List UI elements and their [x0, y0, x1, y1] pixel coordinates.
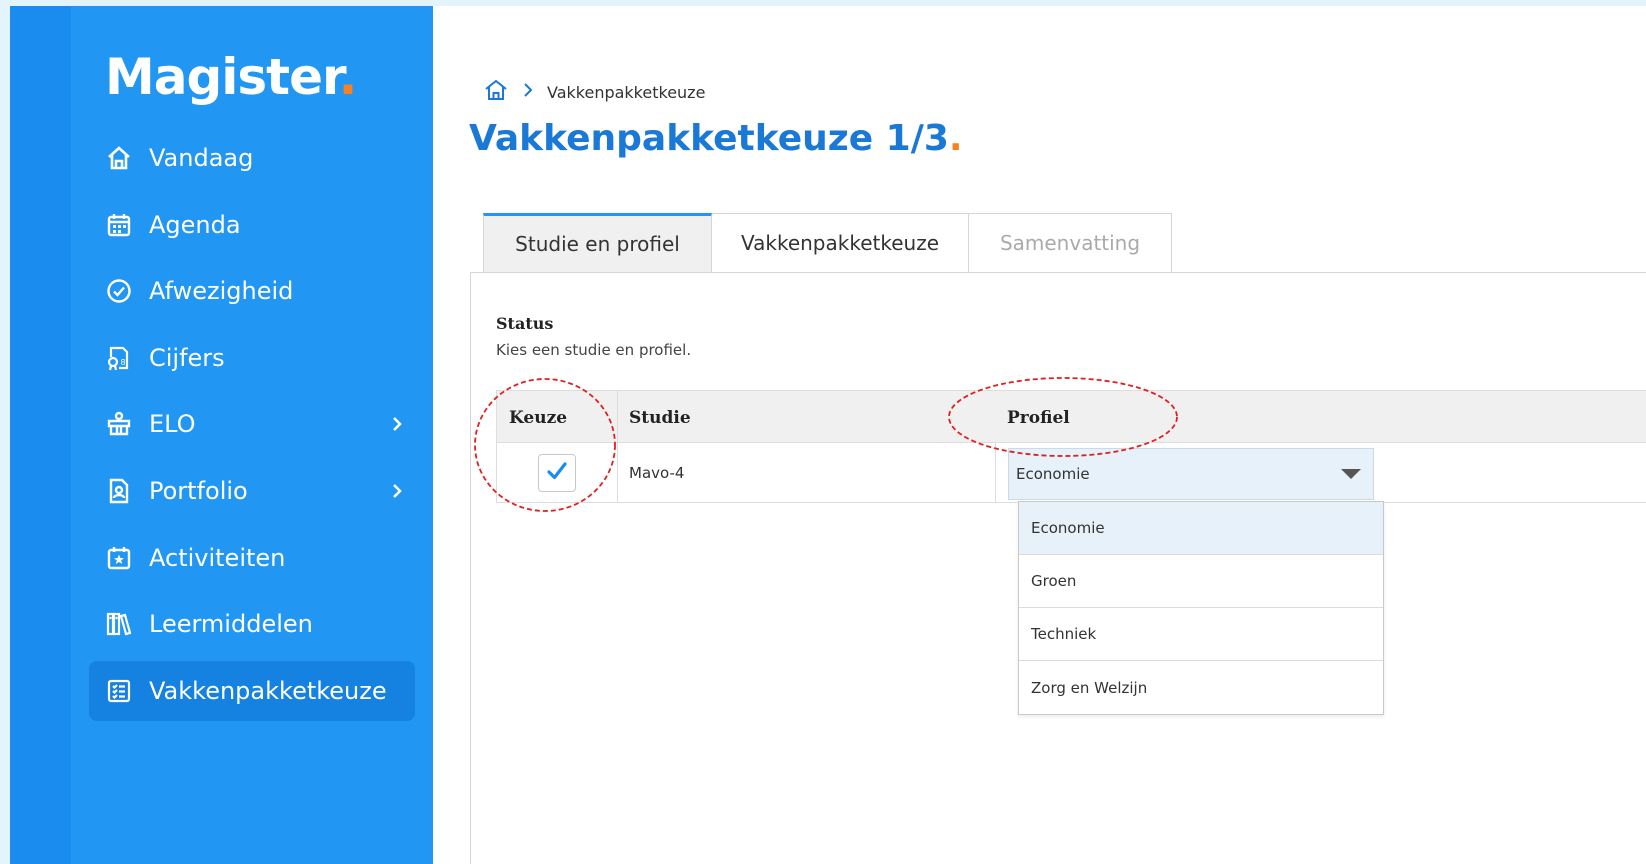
chevron-right-icon [387, 481, 407, 501]
sidebar-item-elo[interactable]: ELO [89, 394, 415, 454]
column-divider [617, 391, 618, 442]
profiel-dropdown-menu: Economie Groen Techniek Zorg en Welzijn [1018, 501, 1384, 715]
breadcrumb: Vakkenpakketkeuze [483, 78, 705, 106]
tab-vakkenpakketkeuze[interactable]: Vakkenpakketkeuze [712, 213, 969, 272]
app-window: Magister. Vandaag Agenda Afwezigheid 8 C… [10, 6, 1646, 864]
checkmark-icon [545, 460, 569, 487]
sidebar-item-label: ELO [149, 410, 196, 439]
app-logo[interactable]: Magister. [105, 48, 358, 106]
home-icon[interactable] [483, 78, 509, 106]
sidebar-item-activiteiten[interactable]: Activiteiten [89, 528, 415, 588]
sidebar-item-cijfers[interactable]: 8 Cijfers [89, 328, 415, 388]
dropdown-option-groen[interactable]: Groen [1019, 555, 1383, 608]
logo-dot: . [338, 48, 358, 106]
checklist-icon [105, 677, 133, 705]
sidebar-item-label: Afwezigheid [149, 277, 294, 306]
header-profiel: Profiel [1007, 407, 1070, 428]
main-content: Vakkenpakketkeuze Vakkenpakketkeuze 1/3.… [433, 6, 1646, 864]
status-title: Status [496, 314, 554, 333]
table-row: Mavo-4 Economie [496, 443, 1646, 503]
page-title: Vakkenpakketkeuze 1/3. [469, 118, 963, 159]
sidebar-item-label: Portfolio [149, 476, 248, 505]
sidebar-item-label: Leermiddelen [149, 610, 313, 639]
header-keuze: Keuze [509, 407, 568, 428]
caret-down-icon [1341, 469, 1361, 479]
sidebar-item-agenda[interactable]: Agenda [89, 195, 415, 255]
activity-icon [105, 544, 133, 572]
sidebar-item-label: Activiteiten [149, 543, 286, 572]
studie-cell: Mavo-4 [629, 464, 685, 482]
tab-studie-en-profiel[interactable]: Studie en profiel [483, 213, 712, 272]
svg-text:8: 8 [121, 358, 126, 367]
keuze-checkbox[interactable] [538, 454, 576, 492]
chevron-right-icon [387, 414, 407, 434]
sidebar-item-portfolio[interactable]: Portfolio [89, 461, 415, 521]
sidebar-nav: Vandaag Agenda Afwezigheid 8 Cijfers ELO… [89, 128, 415, 727]
sidebar: Magister. Vandaag Agenda Afwezigheid 8 C… [71, 6, 433, 864]
table-header: Keuze Studie Profiel [496, 390, 1646, 443]
tab-bar: Studie en profiel Vakkenpakketkeuze Same… [483, 213, 1172, 272]
profiel-select[interactable]: Economie [1008, 448, 1374, 500]
dropdown-option-techniek[interactable]: Techniek [1019, 608, 1383, 661]
portfolio-icon [105, 477, 133, 505]
books-icon [105, 610, 133, 638]
tab-samenvatting[interactable]: Samenvatting [969, 213, 1172, 272]
home-icon [105, 144, 133, 172]
dropdown-option-economie[interactable]: Economie [1019, 502, 1383, 555]
column-divider [995, 443, 996, 502]
elo-icon [105, 410, 133, 438]
sidebar-item-label: Agenda [149, 210, 241, 239]
dropdown-option-zorg-en-welzijn[interactable]: Zorg en Welzijn [1019, 661, 1383, 714]
sidebar-item-label: Vandaag [149, 144, 254, 172]
calendar-icon [105, 211, 133, 239]
chevron-right-icon [521, 82, 535, 102]
sidebar-item-label: Vakkenpakketkeuze [149, 676, 387, 705]
grades-icon: 8 [105, 344, 133, 372]
title-dot: . [948, 118, 963, 159]
column-divider [617, 443, 618, 502]
sidebar-item-label: Cijfers [149, 343, 225, 372]
breadcrumb-current: Vakkenpakketkeuze [547, 82, 706, 102]
sidebar-item-vandaag[interactable]: Vandaag [89, 128, 415, 188]
status-text: Kies een studie en profiel. [496, 341, 692, 359]
header-studie: Studie [629, 407, 691, 428]
side-rail [10, 6, 71, 864]
sidebar-item-vakkenpakketkeuze[interactable]: Vakkenpakketkeuze [89, 660, 415, 721]
sidebar-item-afwezigheid[interactable]: Afwezigheid [89, 261, 415, 321]
check-circle-icon [105, 277, 133, 305]
studie-table: Keuze Studie Profiel Mavo-4 Economie [496, 390, 1646, 503]
sidebar-item-leermiddelen[interactable]: Leermiddelen [89, 594, 415, 654]
profiel-select-value: Economie [1016, 465, 1090, 483]
